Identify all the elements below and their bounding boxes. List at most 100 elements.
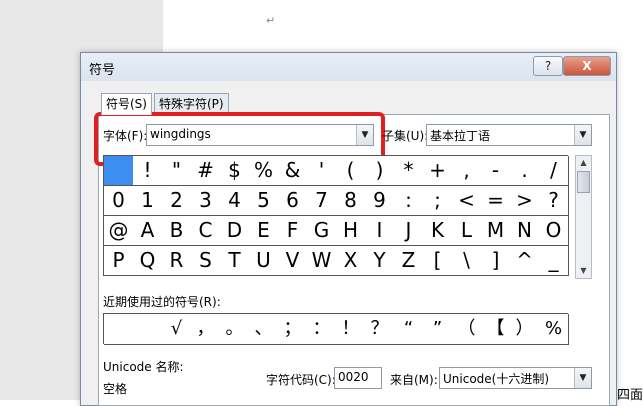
recent-symbol-cell[interactable]: 、	[249, 314, 279, 345]
symbol-cell[interactable]: _	[539, 246, 569, 276]
chevron-down-icon[interactable]: ▼	[574, 368, 591, 388]
symbol-cell[interactable]: .	[510, 156, 540, 186]
scroll-up-icon[interactable]: ▲	[576, 156, 591, 170]
symbol-cell[interactable]: Q	[133, 246, 163, 276]
symbol-cell[interactable]: 6	[278, 186, 308, 216]
symbol-cell[interactable]: >	[510, 186, 540, 216]
symbol-cell[interactable]: -	[481, 156, 511, 186]
close-button[interactable]: X	[563, 56, 611, 76]
symbol-cell[interactable]: O	[539, 216, 569, 246]
symbol-cell[interactable]: I	[365, 216, 395, 246]
symbol-cell[interactable]: 5	[249, 186, 279, 216]
symbol-cell[interactable]: 1	[133, 186, 163, 216]
symbol-cell[interactable]: (	[336, 156, 366, 186]
symbol-grid-scrollbar[interactable]: ▲ ▼	[575, 155, 592, 279]
symbol-cell[interactable]: W	[307, 246, 337, 276]
symbol-cell[interactable]: )	[365, 156, 395, 186]
symbol-cell[interactable]: K	[423, 216, 453, 246]
symbol-cell[interactable]: +	[423, 156, 453, 186]
subset-label: 子集(U):	[382, 129, 429, 143]
recent-symbol-cell[interactable]	[133, 314, 163, 345]
symbol-cell[interactable]: \	[452, 246, 482, 276]
symbol-cell[interactable]: 8	[336, 186, 366, 216]
recent-symbol-cell[interactable]: √	[162, 314, 192, 345]
symbol-cell[interactable]: /	[539, 156, 569, 186]
symbol-cell[interactable]: B	[162, 216, 192, 246]
symbol-cell[interactable]: ?	[539, 186, 569, 216]
symbol-cell[interactable]: J	[394, 216, 424, 246]
symbol-cell[interactable]: ^	[510, 246, 540, 276]
recent-symbol-cell[interactable]: ！	[336, 314, 366, 345]
tab-symbols[interactable]: 符号(S)	[101, 93, 152, 115]
symbol-cell[interactable]: =	[481, 186, 511, 216]
symbol-cell[interactable]	[104, 156, 134, 186]
symbol-cell[interactable]: S	[191, 246, 221, 276]
symbol-cell[interactable]: Z	[394, 246, 424, 276]
symbol-cell[interactable]: P	[104, 246, 134, 276]
symbol-cell[interactable]: G	[307, 216, 337, 246]
symbol-cell[interactable]: N	[510, 216, 540, 246]
symbol-cell[interactable]: '	[307, 156, 337, 186]
symbol-cell[interactable]: H	[336, 216, 366, 246]
symbol-cell[interactable]: 2	[162, 186, 192, 216]
font-select-value: wingdings	[150, 127, 211, 141]
recent-symbol-cell[interactable]: ？	[365, 314, 395, 345]
symbol-cell[interactable]: A	[133, 216, 163, 246]
symbol-cell[interactable]: ]	[481, 246, 511, 276]
char-code-input[interactable]: 0020	[334, 367, 382, 389]
symbol-cell[interactable]: U	[249, 246, 279, 276]
symbol-cell[interactable]: D	[220, 216, 250, 246]
symbol-cell[interactable]: X	[336, 246, 366, 276]
symbol-cell[interactable]: 4	[220, 186, 250, 216]
symbol-cell[interactable]: :	[394, 186, 424, 216]
subset-select[interactable]: 基本拉丁语 ▼	[426, 124, 592, 146]
symbol-cell[interactable]: $	[220, 156, 250, 186]
recent-symbol-cell[interactable]: %	[539, 314, 569, 345]
recent-symbol-cell[interactable]: ，	[191, 314, 221, 345]
symbol-cell[interactable]: ;	[423, 186, 453, 216]
chevron-down-icon[interactable]: ▼	[574, 125, 591, 145]
symbol-cell[interactable]: F	[278, 216, 308, 246]
from-select[interactable]: Unicode(十六进制) ▼	[439, 367, 592, 389]
font-select[interactable]: wingdings ▼	[146, 124, 374, 146]
symbol-cell[interactable]: 7	[307, 186, 337, 216]
symbol-cell[interactable]: %	[249, 156, 279, 186]
symbol-cell[interactable]: 9	[365, 186, 395, 216]
dialog-titlebar[interactable]: 符号 ? X	[81, 53, 616, 81]
recent-symbol-cell[interactable]: ：	[307, 314, 337, 345]
symbol-cell[interactable]: V	[278, 246, 308, 276]
tab-special-characters[interactable]: 特殊字符(P)	[154, 93, 229, 114]
symbol-cell[interactable]: R	[162, 246, 192, 276]
recent-symbol-cell[interactable]: ；	[278, 314, 308, 345]
symbol-cell[interactable]: 0	[104, 186, 134, 216]
symbol-cell[interactable]: T	[220, 246, 250, 276]
symbol-cell[interactable]: &	[278, 156, 308, 186]
symbol-cell[interactable]: 3	[191, 186, 221, 216]
document-edge-text: 四面	[617, 388, 643, 403]
scroll-down-icon[interactable]: ▼	[576, 264, 591, 278]
symbol-cell[interactable]: #	[191, 156, 221, 186]
symbol-cell[interactable]: *	[394, 156, 424, 186]
recent-symbol-cell[interactable]: ）	[510, 314, 540, 345]
symbol-cell[interactable]: L	[452, 216, 482, 246]
recent-symbol-cell[interactable]: “	[394, 314, 424, 345]
recent-symbols-row: √，。、；：！？ “” （【）%	[103, 313, 569, 345]
symbol-cell[interactable]: M	[481, 216, 511, 246]
symbol-cell[interactable]: Y	[365, 246, 395, 276]
symbol-cell[interactable]: C	[191, 216, 221, 246]
recent-symbol-cell[interactable]	[104, 314, 134, 345]
symbol-cell[interactable]: !	[133, 156, 163, 186]
recent-symbol-cell[interactable]: ”	[423, 314, 453, 345]
recent-symbol-cell[interactable]: （	[452, 314, 482, 345]
symbol-cell[interactable]: <	[452, 186, 482, 216]
symbol-cell[interactable]: "	[162, 156, 192, 186]
symbol-cell[interactable]: ,	[452, 156, 482, 186]
recent-symbol-cell[interactable]: 。	[220, 314, 250, 345]
symbol-cell[interactable]: @	[104, 216, 134, 246]
help-button[interactable]: ?	[533, 56, 563, 76]
chevron-down-icon[interactable]: ▼	[356, 125, 373, 145]
recent-symbol-cell[interactable]: 【	[481, 314, 511, 345]
symbol-cell[interactable]: [	[423, 246, 453, 276]
symbol-cell[interactable]: E	[249, 216, 279, 246]
scroll-thumb[interactable]	[577, 171, 590, 193]
